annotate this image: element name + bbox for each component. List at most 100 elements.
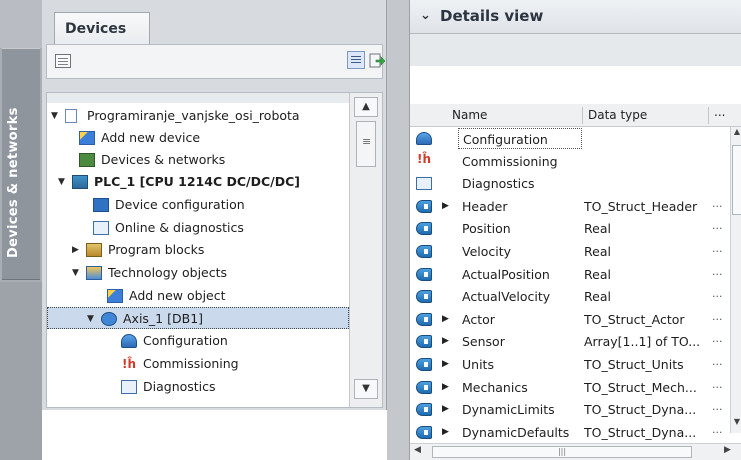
table-row[interactable]: Position Real...: [410, 217, 730, 240]
tree-item[interactable]: ▼ Axis_1 [DB1]: [47, 307, 349, 329]
table-row[interactable]: ▶ DynamicLimits TO_Struct_Dyna......: [410, 398, 730, 421]
expand-arrow-icon[interactable]: ▶: [442, 308, 449, 331]
tree-item[interactable]: Device configuration: [47, 194, 349, 216]
more-cell: ...: [712, 332, 723, 346]
column-separator[interactable]: [708, 107, 709, 124]
variable-icon: [416, 380, 432, 394]
details-horizontal-scrollbar[interactable]: ◀ ||| ▶: [410, 443, 741, 460]
tree-item[interactable]: ▼ Programiranje_vanjske_osi_robota: [47, 105, 349, 127]
scroll-thumb[interactable]: [356, 121, 376, 167]
expand-arrow-icon[interactable]: ▶: [442, 353, 449, 376]
export-icon[interactable]: [369, 51, 386, 69]
tree-item[interactable]: ▶ Program blocks: [47, 239, 349, 261]
data-type-cell: TO_Struct_Units: [584, 357, 684, 372]
tree-item[interactable]: Diagnostics: [47, 376, 349, 398]
scroll-thumb[interactable]: |||: [432, 446, 692, 458]
scroll-right-button[interactable]: ▶: [724, 445, 731, 455]
tree-item[interactable]: !ĥ Commissioning: [47, 353, 349, 375]
details-view-header[interactable]: ⌄ Details view: [410, 0, 741, 34]
collapse-arrow-icon[interactable]: ▼: [51, 105, 58, 127]
list-view-icon[interactable]: [347, 51, 365, 69]
tree-item-label: Diagnostics: [143, 379, 216, 394]
table-row[interactable]: ▶ Units TO_Struct_Units...: [410, 353, 730, 376]
tree-item[interactable]: Online & diagnostics: [47, 217, 349, 239]
tree-item[interactable]: Add new device: [47, 127, 349, 149]
expand-arrow-icon[interactable]: ▶: [442, 398, 449, 421]
data-type-cell: TO_Struct_Actor: [584, 311, 685, 327]
scroll-down-button[interactable]: ▼: [732, 417, 741, 433]
expand-arrow-icon[interactable]: ▶: [442, 330, 449, 353]
scroll-left-button[interactable]: ◀: [414, 445, 421, 455]
commissioning-icon: !ĥ: [416, 151, 431, 166]
collapse-arrow-icon[interactable]: ▼: [87, 308, 94, 330]
tree-item[interactable]: ▼ Technology objects: [47, 262, 349, 284]
table-row[interactable]: ActualPosition Real...: [410, 263, 730, 286]
tree-scrollbar[interactable]: ▲ ▼: [349, 93, 382, 407]
table-row[interactable]: ▶ DynamicDefaults TO_Struct_Dyna......: [410, 421, 730, 444]
collapse-chevron-icon[interactable]: ⌄: [420, 8, 431, 23]
details-vertical-scrollbar[interactable]: ▲ ▼: [730, 127, 741, 433]
name-cell: Actor: [462, 311, 495, 327]
details-view-toolbar: [410, 34, 741, 66]
scroll-up-button[interactable]: ▲: [354, 97, 378, 117]
data-type-cell: TO_Struct_Header: [584, 198, 698, 214]
overview-icon[interactable]: [55, 54, 71, 68]
data-type-cell: Real: [584, 266, 611, 282]
table-row[interactable]: Diagnostics: [410, 172, 730, 195]
column-header-name[interactable]: Name: [452, 108, 487, 122]
diagnostics-icon: [416, 177, 432, 191]
collapse-arrow-icon[interactable]: ▼: [58, 171, 65, 193]
more-cell: ...: [712, 400, 723, 414]
details-view-panel: ⌄ Details view Name Data type ... Config…: [409, 0, 741, 460]
diagnostics-icon: [121, 380, 137, 394]
details-view-spacer: [410, 66, 741, 100]
tree-item-label: Programiranje_vanjske_osi_robota: [87, 108, 300, 123]
table-row[interactable]: ActualVelocity Real...: [410, 285, 730, 308]
tree-item[interactable]: Configuration: [47, 330, 349, 352]
project-tree: ▼ Programiranje_vanjske_osi_robota Add new…: [46, 92, 383, 408]
table-header: Name Data type ...: [410, 104, 741, 127]
configuration-icon: [416, 132, 432, 145]
tree-item-label: PLC_1 [CPU 1214C DC/DC/DC]: [94, 174, 300, 189]
strip-bottom: [0, 282, 42, 460]
program-blocks-icon: [86, 243, 102, 257]
scroll-down-button[interactable]: ▼: [354, 379, 378, 399]
technology-objects-icon: [86, 266, 102, 280]
tree-item[interactable]: Add new object: [47, 285, 349, 307]
scroll-thumb[interactable]: [732, 145, 741, 215]
table-row[interactable]: ▶ Mechanics TO_Struct_Mech......: [410, 376, 730, 399]
table-row[interactable]: Configuration: [410, 127, 730, 150]
expand-arrow-icon[interactable]: ▶: [442, 376, 449, 399]
collapse-arrow-icon[interactable]: ▼: [72, 262, 79, 284]
devices-tab[interactable]: Devices: [54, 12, 150, 45]
name-cell: Diagnostics: [462, 176, 535, 192]
column-separator[interactable]: [582, 107, 583, 124]
devices-networks-side-label: Devices & networks: [6, 107, 21, 258]
name-cell: ActualVelocity: [462, 289, 551, 305]
scroll-up-button[interactable]: ▲: [732, 127, 741, 143]
variable-icon: [416, 245, 432, 258]
tree-item-label: Technology objects: [108, 265, 228, 280]
column-header-more[interactable]: ...: [714, 105, 725, 119]
variable-icon: [416, 335, 432, 349]
tree-item-label: Configuration: [143, 333, 228, 348]
table-row[interactable]: Velocity Real...: [410, 240, 730, 263]
data-type-cell: Array[1..1] of TO...: [584, 334, 701, 350]
table-row[interactable]: ▶ Actor TO_Struct_Actor...: [410, 308, 730, 331]
expand-arrow-icon[interactable]: ▶: [72, 239, 79, 261]
name-cell: Configuration: [458, 128, 582, 149]
expand-arrow-icon[interactable]: ▶: [442, 195, 449, 218]
panel-divider[interactable]: [387, 0, 409, 460]
expand-arrow-icon[interactable]: ▶: [442, 421, 449, 444]
add-device-icon: [79, 131, 95, 145]
table-row[interactable]: ▶ Header TO_Struct_Header...: [410, 195, 730, 218]
table-row[interactable]: !ĥ Commissioning: [410, 150, 730, 173]
details-table: Name Data type ... Configuration !ĥ Commis…: [410, 100, 741, 460]
variable-icon: [416, 290, 432, 304]
column-header-data-type[interactable]: Data type: [588, 108, 647, 122]
table-row[interactable]: ▶ Sensor Array[1..1] of TO......: [410, 330, 730, 353]
tree-item[interactable]: Devices & networks: [47, 149, 349, 171]
tree-item[interactable]: ▼ PLC_1 [CPU 1214C DC/DC/DC]: [47, 171, 349, 193]
name-cell: DynamicDefaults: [462, 424, 570, 440]
variable-icon: [416, 358, 432, 371]
